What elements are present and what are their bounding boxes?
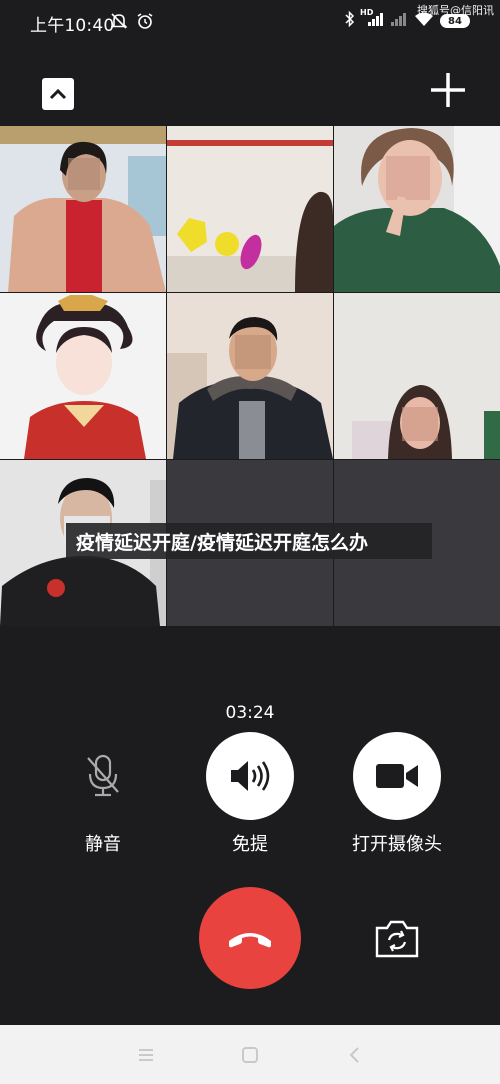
- switch-camera-button[interactable]: [373, 916, 421, 960]
- status-time: 上午10:40: [30, 16, 115, 36]
- menu-icon: [139, 1048, 153, 1061]
- participant-tile[interactable]: [0, 126, 166, 292]
- participant-tile[interactable]: [0, 293, 166, 459]
- watermark: 搜狐号@信阳讯: [417, 4, 494, 17]
- alarm-icon: [136, 12, 154, 34]
- hd-label: HD: [360, 8, 374, 17]
- mute-notification-icon: [110, 12, 128, 34]
- menu-key[interactable]: [135, 1044, 157, 1066]
- call-timer: 03:24: [225, 703, 275, 723]
- participant-tile[interactable]: [334, 126, 500, 292]
- chevron-up-icon: [49, 88, 67, 100]
- system-nav-bar: [0, 1025, 500, 1084]
- mute-label: 静音: [85, 834, 121, 855]
- plus-icon: [431, 73, 465, 107]
- signal-hd-icon: HD: [360, 8, 384, 31]
- home-key[interactable]: [239, 1044, 261, 1066]
- speaker-control[interactable]: 免提: [195, 732, 305, 856]
- hangup-button[interactable]: [199, 887, 301, 989]
- video-camera-icon: [376, 764, 418, 788]
- camera-control[interactable]: 打开摄像头: [342, 732, 452, 856]
- camera-label: 打开摄像头: [352, 834, 442, 855]
- mute-control[interactable]: 静音: [48, 732, 158, 856]
- signal-icon: [390, 11, 408, 31]
- video-call-screen: 上午10:40 HD 84 搜狐号@信阳讯 疫情延迟开庭/疫情延迟开庭怎么办 0…: [0, 0, 500, 1084]
- microphone-off-icon: [87, 754, 119, 797]
- status-left-icons: [110, 12, 154, 34]
- back-icon: [349, 1046, 359, 1063]
- collapse-button[interactable]: [42, 78, 74, 110]
- mute-button[interactable]: [59, 732, 147, 820]
- phone-hangup-icon: [229, 933, 271, 948]
- participant-tile[interactable]: [167, 293, 333, 459]
- speaker-icon: [231, 761, 270, 791]
- speaker-label: 免提: [232, 834, 268, 855]
- status-bar: 上午10:40 HD 84 搜狐号@信阳讯: [0, 0, 500, 44]
- title-banner: 疫情延迟开庭/疫情延迟开庭怎么办: [66, 523, 432, 559]
- participant-tile[interactable]: [334, 293, 500, 459]
- camera-button[interactable]: [353, 732, 441, 820]
- home-icon: [242, 1046, 258, 1063]
- back-key[interactable]: [343, 1044, 365, 1066]
- bluetooth-icon: [344, 10, 356, 32]
- participant-tile[interactable]: [167, 126, 333, 292]
- speaker-button[interactable]: [206, 732, 294, 820]
- camera-switch-icon: [375, 920, 419, 958]
- add-participant-button[interactable]: [428, 70, 468, 110]
